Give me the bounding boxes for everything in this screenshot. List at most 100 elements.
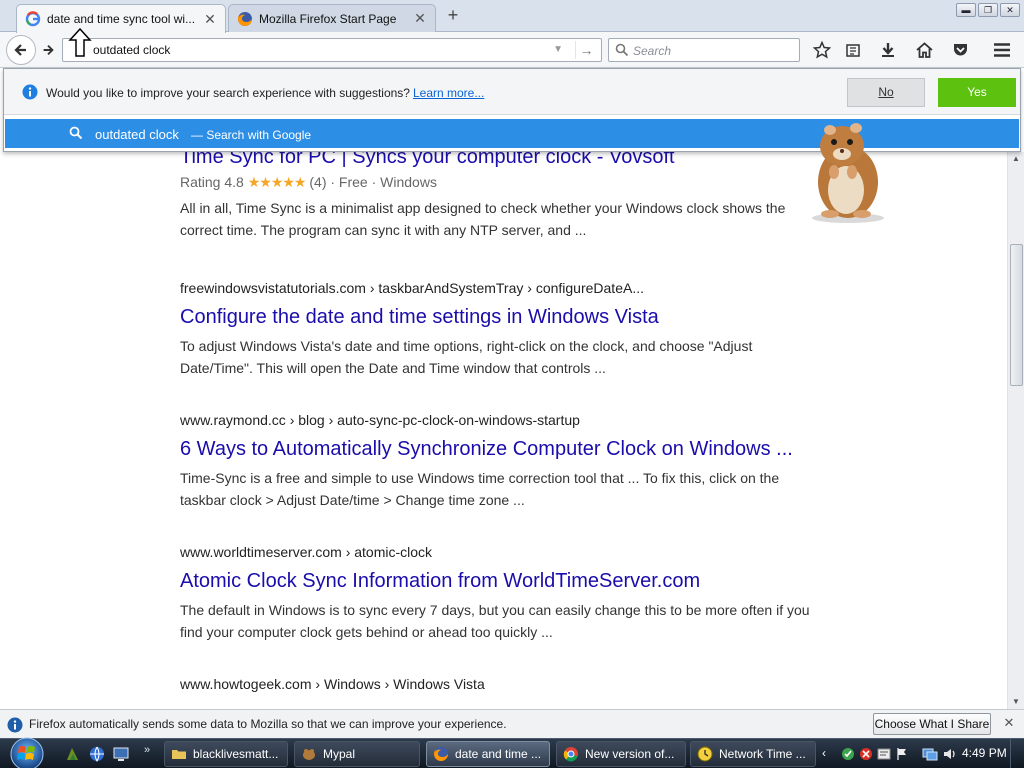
search-result: freewindowsvistatutorials.com › taskbarA… bbox=[180, 280, 810, 379]
taskbar-button[interactable]: New version of... bbox=[556, 741, 686, 767]
result-snippet: The default in Windows is to sync every … bbox=[180, 602, 810, 640]
taskbar-button[interactable]: blacklivesmatt... bbox=[164, 741, 288, 767]
result-snippet: Time-Sync is a free and simple to use Wi… bbox=[180, 470, 780, 508]
pocket-icon[interactable] bbox=[950, 40, 970, 60]
tab-strip: date and time sync tool wi... ✕ Mozilla … bbox=[0, 0, 1024, 33]
tray-flag-icon[interactable] bbox=[894, 746, 910, 762]
result-url: www.worldtimeserver.com › atomic-clock bbox=[180, 544, 433, 560]
search-bar[interactable]: Search bbox=[608, 38, 800, 62]
search-result: www.howtogeek.com › Windows › Windows Vi… bbox=[180, 676, 810, 692]
home-icon[interactable] bbox=[914, 40, 934, 60]
mouse-cursor-icon bbox=[68, 28, 92, 57]
show-desktop-button[interactable] bbox=[1010, 739, 1024, 768]
rating-value: Rating 4.8 bbox=[180, 174, 244, 190]
back-button[interactable] bbox=[6, 35, 36, 65]
notification-close-icon[interactable]: ✕ bbox=[1002, 716, 1016, 730]
start-button[interactable] bbox=[4, 733, 50, 768]
result-url: www.raymond.cc › blog › auto-sync-pc-clo… bbox=[180, 412, 580, 428]
new-tab-button[interactable]: + bbox=[444, 6, 462, 24]
scroll-down-icon[interactable]: ▼ bbox=[1008, 695, 1024, 709]
search-result: www.worldtimeserver.com › atomic-clock A… bbox=[180, 544, 810, 643]
windows-taskbar: » blacklivesmatt... Mypal date and time … bbox=[0, 737, 1024, 768]
minimize-button[interactable]: ▬ bbox=[956, 3, 976, 17]
task-label: New version of... bbox=[585, 747, 675, 761]
go-arrow-icon[interactable]: → bbox=[575, 41, 597, 59]
tray-security-icon[interactable] bbox=[858, 746, 874, 762]
tray-monitor-icon[interactable] bbox=[922, 746, 938, 762]
folder-icon bbox=[172, 750, 186, 759]
google-g-icon bbox=[25, 11, 41, 27]
bookmark-star-icon[interactable] bbox=[812, 40, 832, 60]
taskbar-button[interactable]: Mypal bbox=[294, 741, 420, 767]
firefox-icon bbox=[238, 11, 252, 26]
navigation-toolbar: outdated clock ▼ → Search bbox=[0, 32, 1024, 68]
result-title-link[interactable]: 6 Ways to Automatically Synchronize Comp… bbox=[180, 438, 810, 461]
tray-volume-icon[interactable] bbox=[942, 746, 958, 762]
result-snippet: All in all, Time Sync is a minimalist ap… bbox=[180, 200, 786, 238]
choose-what-i-share-button[interactable]: Choose What I Share bbox=[873, 713, 991, 735]
taskbar-clock[interactable]: 4:49 PM bbox=[962, 746, 1007, 760]
tray-app-icon[interactable] bbox=[876, 746, 892, 762]
url-input-value[interactable]: outdated clock bbox=[93, 43, 170, 57]
show-desktop-icon[interactable] bbox=[112, 745, 130, 763]
scrollbar-thumb[interactable] bbox=[1010, 244, 1023, 386]
task-label: date and time ... bbox=[455, 747, 542, 761]
task-label: blacklivesmatt... bbox=[193, 747, 279, 761]
quicklaunch-app-icon[interactable] bbox=[64, 745, 82, 763]
bookmarks-menu-icon[interactable] bbox=[843, 40, 863, 60]
learn-more-link[interactable]: Learn more... bbox=[413, 86, 484, 100]
vertical-scrollbar[interactable]: ▲ ▼ bbox=[1007, 152, 1024, 709]
hamster-desktop-pet[interactable] bbox=[800, 114, 900, 224]
history-dropdown-icon[interactable]: ▼ bbox=[553, 44, 563, 55]
restore-button[interactable]: ❐ bbox=[978, 3, 998, 17]
question-text: Would you like to improve your search ex… bbox=[46, 86, 410, 100]
info-icon bbox=[22, 84, 38, 100]
mypal-icon bbox=[303, 749, 315, 760]
tray-expand-icon[interactable]: ‹ bbox=[822, 746, 826, 760]
yes-button[interactable]: Yes bbox=[938, 78, 1016, 107]
result-snippet: To adjust Windows Vista's date and time … bbox=[180, 338, 753, 376]
suggestions-opt-in: Would you like to improve your search ex… bbox=[4, 69, 1020, 115]
taskbar-button[interactable]: date and time ... bbox=[426, 741, 550, 767]
tab-mozilla-start[interactable]: Mozilla Firefox Start Page ✕ bbox=[228, 4, 436, 32]
tab-google-search[interactable]: date and time sync tool wi... ✕ bbox=[16, 4, 226, 33]
quicklaunch-browser-icon[interactable] bbox=[88, 745, 106, 763]
result-title-link[interactable]: Atomic Clock Sync Information from World… bbox=[180, 570, 810, 593]
suggestion-query: outdated clock bbox=[95, 127, 179, 142]
suggestions-question: Would you like to improve your search ex… bbox=[46, 86, 484, 100]
search-icon bbox=[615, 43, 629, 57]
back-arrow-icon bbox=[14, 44, 26, 56]
info-icon bbox=[7, 717, 23, 733]
firefox-icon bbox=[434, 747, 448, 761]
tray-network-icon[interactable] bbox=[840, 746, 856, 762]
rating-stars-icon: ★★★★★ bbox=[247, 174, 307, 190]
tab-title: date and time sync tool wi... bbox=[47, 12, 196, 26]
tab-close-icon[interactable]: ✕ bbox=[203, 11, 217, 28]
result-rating: Rating 4.8 ★★★★★ (4) · Free · Windows bbox=[180, 174, 810, 191]
search-icon bbox=[69, 126, 83, 140]
result-url: freewindowsvistatutorials.com › taskbarA… bbox=[180, 280, 644, 296]
data-reporting-notification: Firefox automatically sends some data to… bbox=[0, 709, 1024, 738]
hamburger-menu-icon[interactable] bbox=[992, 40, 1012, 60]
taskbar-button[interactable]: Network Time ... bbox=[690, 741, 816, 767]
forward-arrow-icon bbox=[43, 44, 54, 56]
chrome-icon bbox=[563, 747, 578, 762]
notification-text: Firefox automatically sends some data to… bbox=[29, 717, 507, 731]
suggestion-engine: — Search with Google bbox=[191, 128, 312, 142]
forward-button[interactable] bbox=[36, 38, 60, 62]
close-window-button[interactable]: ✕ bbox=[1000, 3, 1020, 17]
url-bar[interactable]: outdated clock ▼ → bbox=[62, 38, 602, 62]
rating-meta: (4) · Free · Windows bbox=[309, 174, 437, 190]
tab-close-icon[interactable]: ✕ bbox=[413, 10, 427, 27]
scroll-up-icon[interactable]: ▲ bbox=[1008, 152, 1024, 166]
result-title-link[interactable]: Configure the date and time settings in … bbox=[180, 306, 810, 329]
result-url: www.howtogeek.com › Windows › Windows Vi… bbox=[180, 676, 485, 692]
task-label: Network Time ... bbox=[719, 747, 806, 761]
clock-app-icon bbox=[697, 746, 713, 762]
no-button[interactable]: No bbox=[847, 78, 925, 107]
task-label: Mypal bbox=[323, 747, 356, 761]
search-result: Time Sync for PC | Syncs your computer c… bbox=[180, 146, 810, 241]
quicklaunch-more-icon[interactable]: » bbox=[144, 744, 150, 756]
downloads-icon[interactable] bbox=[878, 40, 898, 60]
search-placeholder: Search bbox=[633, 44, 672, 58]
